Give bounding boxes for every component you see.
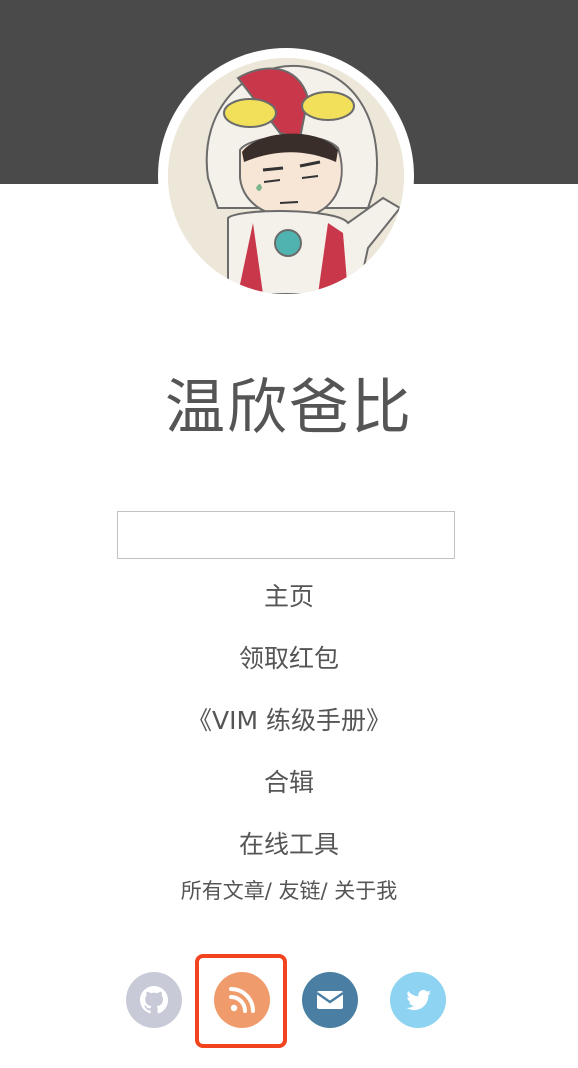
nav-item-home[interactable]: 主页 (0, 566, 578, 628)
site-title[interactable]: 温欣爸比 (0, 368, 578, 448)
link-separator: / (264, 879, 279, 903)
github-link[interactable] (126, 972, 182, 1028)
twitter-link[interactable] (390, 972, 446, 1028)
nav-item-red-envelope[interactable]: 领取红包 (0, 628, 578, 690)
mail-icon (302, 972, 358, 1028)
nav-item-collections[interactable]: 合辑 (0, 752, 578, 814)
about-link[interactable]: 关于我 (334, 879, 397, 903)
main-nav: 主页 领取红包 《VIM 练级手册》 合辑 在线工具 (0, 566, 578, 876)
nav-item-vim-manual[interactable]: 《VIM 练级手册》 (0, 690, 578, 752)
avatar-frame (158, 48, 414, 304)
link-separator: / (320, 879, 335, 903)
all-posts-link[interactable]: 所有文章 (181, 879, 265, 903)
twitter-icon (390, 972, 446, 1028)
avatar-illustration (168, 58, 404, 294)
friends-link[interactable]: 友链 (279, 879, 321, 903)
github-icon (126, 972, 182, 1028)
rss-icon (214, 972, 270, 1028)
social-links (0, 970, 578, 1032)
rss-link[interactable] (214, 972, 270, 1028)
mail-link[interactable] (302, 972, 358, 1028)
secondary-links: 所有文章/ 友链/ 关于我 (0, 872, 578, 910)
nav-item-online-tools[interactable]: 在线工具 (0, 814, 578, 876)
avatar[interactable] (168, 58, 404, 294)
search-input[interactable] (117, 511, 455, 559)
page: 温欣爸比 主页 领取红包 《VIM 练级手册》 合辑 在线工具 所有文章/ 友链… (0, 0, 578, 1068)
